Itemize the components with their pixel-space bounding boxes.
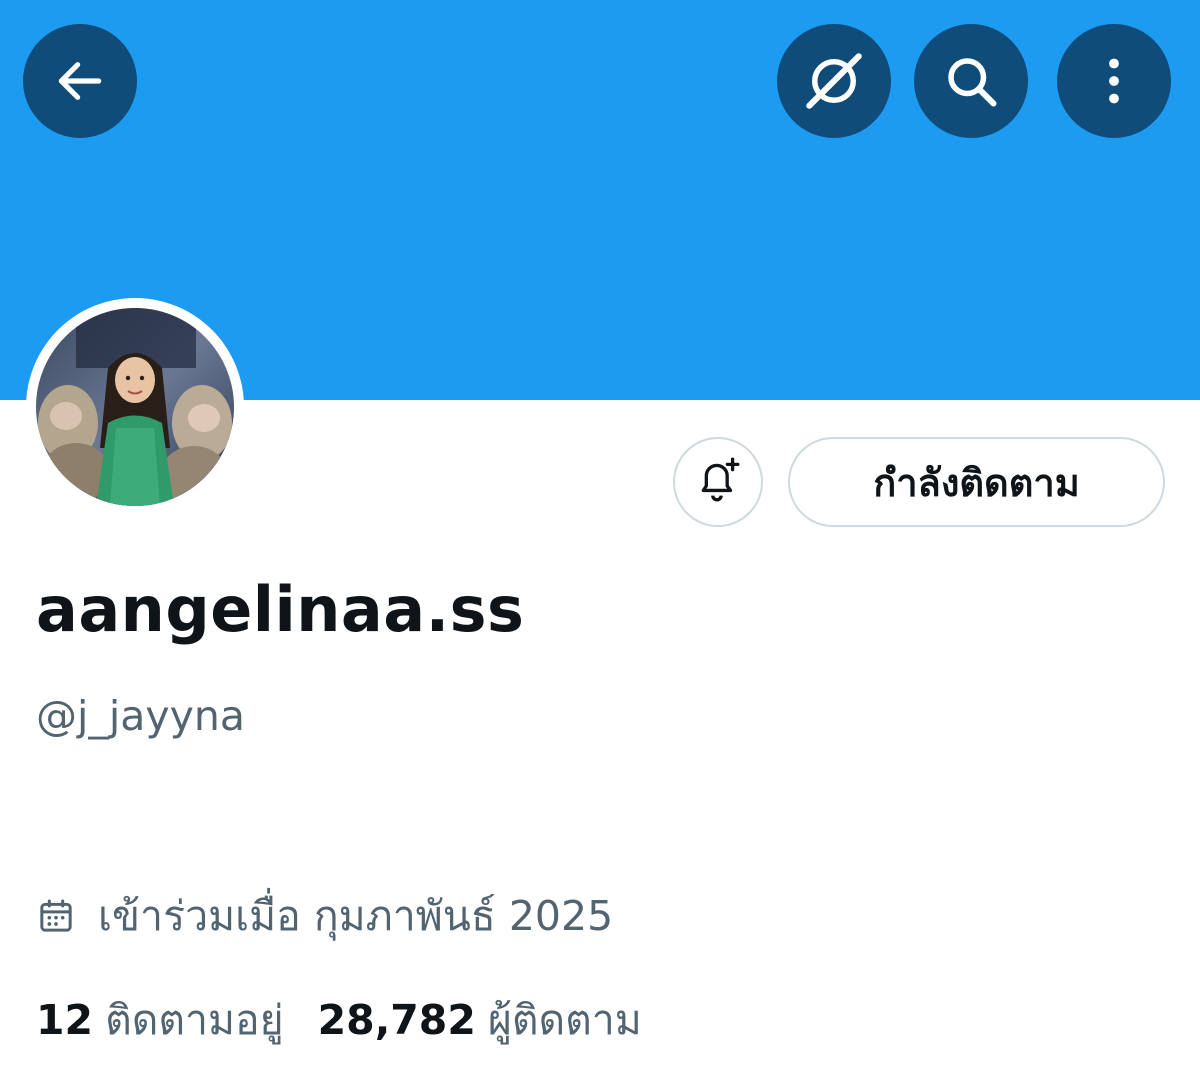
bell-plus-icon <box>693 455 743 509</box>
notify-button[interactable] <box>673 437 763 527</box>
more-button[interactable] <box>1057 24 1171 138</box>
display-name: aangelinaa.ss <box>36 573 525 646</box>
avatar-frame <box>26 298 244 516</box>
following-button[interactable]: กำลังติดตาม <box>788 437 1165 527</box>
grok-button[interactable] <box>777 24 891 138</box>
following-stat[interactable]: 12 ติดตามอยู่ <box>36 988 284 1053</box>
user-handle: @j_jayyna <box>36 692 246 740</box>
following-label: ติดตามอยู่ <box>105 995 284 1044</box>
more-vertical-icon <box>1104 53 1124 109</box>
followers-label: ผู้ติดตาม <box>487 995 642 1044</box>
avatar[interactable] <box>36 308 234 506</box>
followers-count: 28,782 <box>317 996 476 1044</box>
grok-icon <box>801 48 867 114</box>
followers-stat[interactable]: 28,782 ผู้ติดตาม <box>318 988 642 1053</box>
follow-stats: 12 ติดตามอยู่ 28,782 ผู้ติดตาม <box>36 990 642 1050</box>
calendar-icon <box>36 896 76 936</box>
arrow-left-icon <box>52 53 108 109</box>
search-icon <box>941 51 1001 111</box>
join-date-text: เข้าร่วมเมื่อ กุมภาพันธ์ 2025 <box>98 891 614 940</box>
following-count: 12 <box>36 996 94 1044</box>
search-button[interactable] <box>914 24 1028 138</box>
join-date: เข้าร่วมเมื่อ กุมภาพันธ์ 2025 <box>36 888 613 944</box>
back-button[interactable] <box>23 24 137 138</box>
